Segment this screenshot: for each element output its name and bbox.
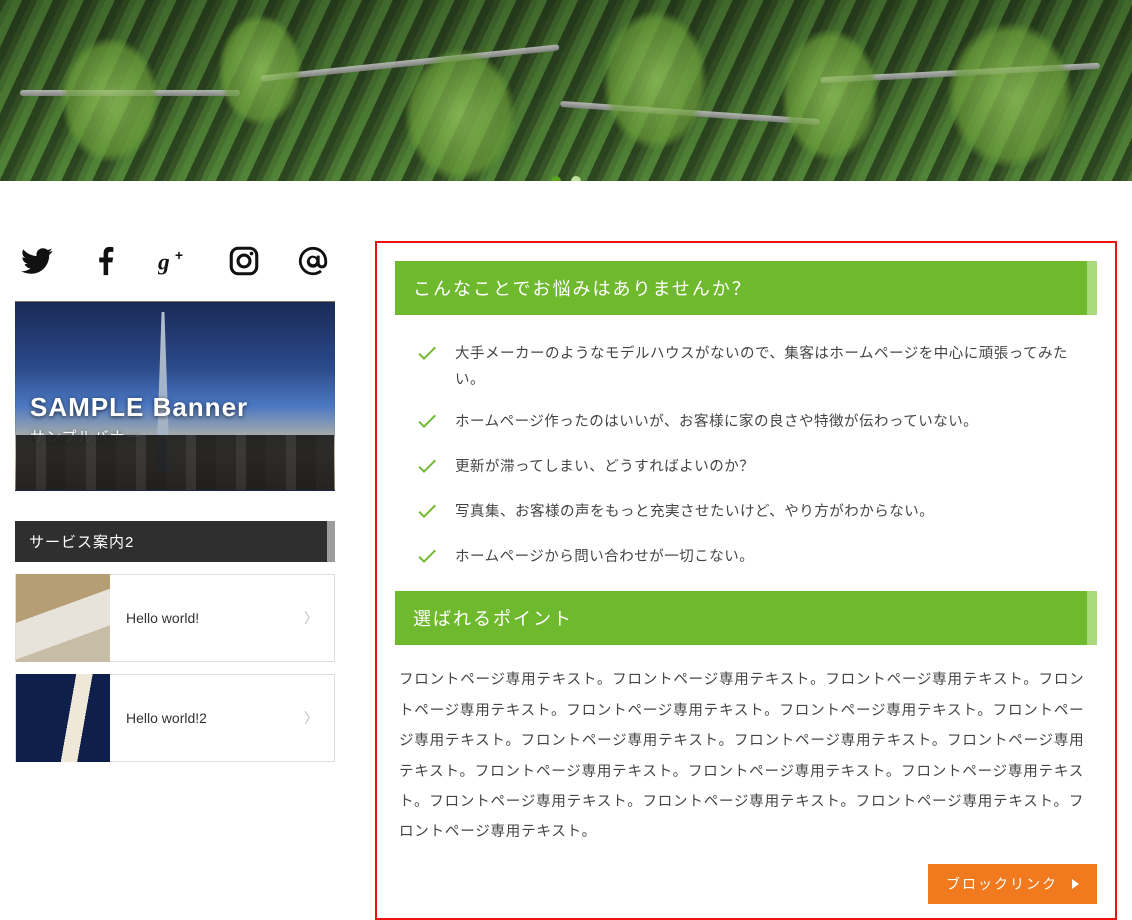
service-list: Hello world! 〉 Hello world!2 〉 bbox=[15, 574, 335, 762]
worry-text: 更新が滞ってしまい、どうすればよいのか？ bbox=[455, 454, 1077, 480]
chevron-right-icon: 〉 bbox=[304, 608, 334, 628]
instagram-icon[interactable] bbox=[225, 241, 262, 281]
facebook-icon[interactable] bbox=[88, 241, 125, 281]
worry-list: 大手メーカーのようなモデルハウスがないので、集客はホームページを中心に頑張ってみ… bbox=[395, 315, 1097, 591]
worry-text: ホームページから問い合わせが一切こない。 bbox=[455, 544, 1077, 570]
googleplus-icon[interactable]: g+ bbox=[157, 241, 194, 281]
worry-item: 写真集、お客様の声をもっと充実させたいけど、やり方がわからない。 bbox=[415, 491, 1077, 536]
slider-dot-1[interactable] bbox=[551, 176, 561, 181]
svg-text:+: + bbox=[175, 247, 183, 263]
heading-points: 選ばれるポイント bbox=[395, 591, 1097, 645]
sample-banner[interactable]: SAMPLE Banner サンプルバナー bbox=[15, 301, 335, 491]
check-icon bbox=[415, 341, 441, 370]
service-thumb-1 bbox=[16, 574, 110, 662]
worry-text: 写真集、お客様の声をもっと充実させたいけど、やり方がわからない。 bbox=[455, 499, 1077, 525]
sidebar: g+ SAMPLE Banner サンプルバナー サービス案内2 Hello w… bbox=[15, 241, 335, 920]
check-icon bbox=[415, 499, 441, 528]
at-icon[interactable] bbox=[294, 241, 331, 281]
twitter-icon[interactable] bbox=[19, 241, 56, 281]
svg-text:g: g bbox=[158, 250, 170, 276]
sidebar-section-title: サービス案内2 bbox=[15, 521, 335, 562]
service-label-2: Hello world!2 bbox=[110, 710, 304, 726]
service-item-2[interactable]: Hello world!2 〉 bbox=[15, 674, 335, 762]
service-item-1[interactable]: Hello world! 〉 bbox=[15, 574, 335, 662]
banner-title: SAMPLE Banner bbox=[30, 392, 248, 423]
service-thumb-2 bbox=[16, 674, 110, 762]
cta-label: ブロックリンク bbox=[946, 874, 1058, 894]
social-row: g+ bbox=[15, 241, 335, 301]
worry-item: 更新が滞ってしまい、どうすればよいのか？ bbox=[415, 446, 1077, 491]
main-column: こんなことでお悩みはありませんか？ 大手メーカーのようなモデルハウスがないので、… bbox=[375, 241, 1117, 920]
chevron-right-icon: 〉 bbox=[304, 708, 334, 728]
highlighted-block: こんなことでお悩みはありませんか？ 大手メーカーのようなモデルハウスがないので、… bbox=[375, 241, 1117, 920]
block-link-button[interactable]: ブロックリンク bbox=[928, 864, 1097, 904]
hero-slider bbox=[0, 0, 1132, 181]
banner-subtitle: サンプルバナー bbox=[30, 426, 142, 447]
worry-text: ホームページ作ったのはいいが、お客様に家の良さや特徴が伝わっていない。 bbox=[455, 409, 1077, 435]
check-icon bbox=[415, 544, 441, 573]
worry-text: 大手メーカーのようなモデルハウスがないので、集客はホームページを中心に頑張ってみ… bbox=[455, 341, 1077, 393]
worry-item: 大手メーカーのようなモデルハウスがないので、集客はホームページを中心に頑張ってみ… bbox=[415, 333, 1077, 401]
slider-dots bbox=[0, 168, 1132, 181]
worry-item: ホームページ作ったのはいいが、お客様に家の良さや特徴が伝わっていない。 bbox=[415, 401, 1077, 446]
service-label-1: Hello world! bbox=[110, 610, 304, 626]
cta-row: ブロックリンク bbox=[395, 852, 1097, 904]
points-paragraph: フロントページ専用テキスト。フロントページ専用テキスト。フロントページ専用テキス… bbox=[395, 645, 1097, 852]
worry-item: ホームページから問い合わせが一切こない。 bbox=[415, 536, 1077, 581]
check-icon bbox=[415, 409, 441, 438]
triangle-right-icon bbox=[1072, 879, 1079, 889]
heading-worries: こんなことでお悩みはありませんか？ bbox=[395, 261, 1097, 315]
slider-dot-2[interactable] bbox=[571, 176, 581, 181]
check-icon bbox=[415, 454, 441, 483]
